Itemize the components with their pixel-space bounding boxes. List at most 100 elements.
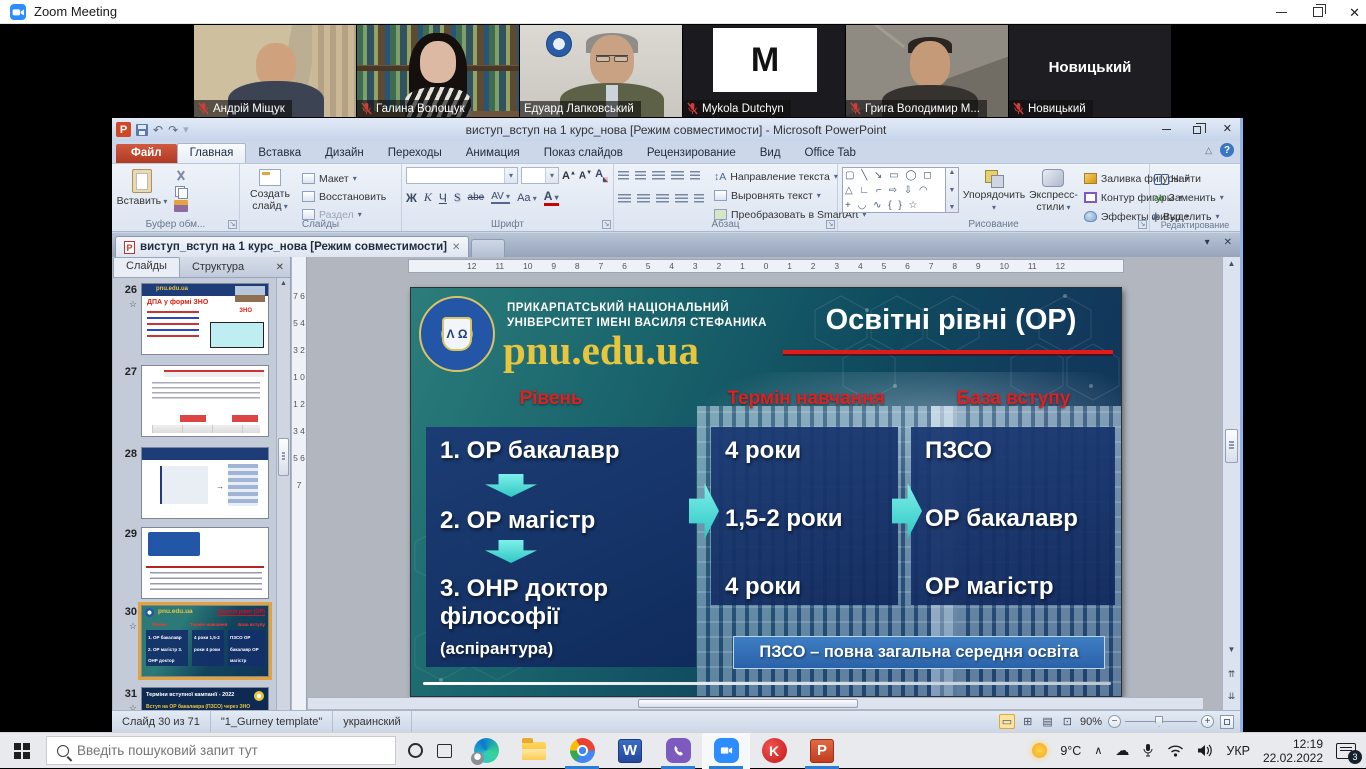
justify-icon[interactable]: [675, 194, 688, 204]
panel-tab-slides[interactable]: Слайды: [113, 257, 180, 277]
columns-icon[interactable]: [694, 194, 704, 204]
reading-view-button[interactable]: ▤: [1040, 715, 1054, 728]
slideshow-view-button[interactable]: ⊡: [1061, 715, 1074, 728]
fit-to-window-button[interactable]: [1220, 715, 1234, 729]
cut-icon[interactable]: [174, 170, 188, 182]
tab-view[interactable]: Вид: [748, 144, 793, 163]
horizontal-scrollbar-thumb[interactable]: [638, 699, 858, 708]
arrange-button[interactable]: Упорядочить: [965, 167, 1023, 213]
help-icon[interactable]: ?: [1220, 143, 1234, 157]
taskbar-app-zoom[interactable]: [702, 733, 750, 769]
tab-office-tab[interactable]: Office Tab: [793, 144, 868, 163]
shapes-gallery[interactable]: ▢ ╲ ↘ ▭ ◯ ◻ △ ∟ ⌐ ⇨ ⇩ ◠ + ◡ ∿ { } ☆: [842, 167, 946, 213]
tab-home[interactable]: Главная: [177, 143, 247, 163]
normal-view-button[interactable]: ▭: [999, 714, 1015, 729]
ppt-restore-icon[interactable]: [1193, 126, 1201, 134]
task-view-icon[interactable]: [437, 744, 452, 758]
tab-insert[interactable]: Вставка: [246, 144, 313, 163]
scrollbar-thumb[interactable]: [1225, 429, 1238, 463]
wifi-icon[interactable]: [1167, 744, 1184, 757]
speaker-icon[interactable]: [1197, 744, 1213, 757]
font-dialog-launcher[interactable]: ↘: [602, 220, 611, 229]
align-right-icon[interactable]: [656, 194, 669, 204]
layout-button[interactable]: Макет: [302, 170, 386, 187]
vertical-scrollbar[interactable]: ▲ ▼ ⇈ ⇊: [1222, 257, 1240, 710]
microphone-icon[interactable]: [1142, 743, 1154, 758]
participant-tile[interactable]: Галина Волощук: [357, 25, 519, 117]
scroll-down-icon[interactable]: ▼: [1223, 645, 1240, 654]
next-slide-button[interactable]: ⇊: [1223, 691, 1240, 702]
save-icon[interactable]: [136, 124, 148, 136]
paragraph-dialog-launcher[interactable]: ↘: [826, 220, 835, 229]
reset-button[interactable]: Восстановить: [302, 188, 386, 205]
scroll-up-icon[interactable]: ▲: [1223, 259, 1240, 268]
document-tab[interactable]: виступ_вступ на 1 курс_нова [Режим совме…: [115, 236, 469, 257]
notification-center-icon[interactable]: 3: [1336, 743, 1356, 759]
tabbar-menu-icon[interactable]: ▾: [1205, 237, 1210, 248]
paste-button[interactable]: Вставить: [116, 167, 168, 212]
keyboard-language[interactable]: УКР: [1226, 744, 1250, 758]
participant-tile[interactable]: M Mykola Dutchyn: [683, 25, 845, 117]
taskbar-app-viber[interactable]: [654, 733, 702, 769]
bullets-icon[interactable]: [618, 171, 629, 181]
format-painter-icon[interactable]: [174, 200, 188, 212]
panel-scrollbar-thumb[interactable]: [278, 438, 289, 476]
hidden-icons-chevron[interactable]: ∧: [1094, 744, 1102, 757]
align-left-icon[interactable]: [618, 194, 631, 204]
participant-tile-active-speaker[interactable]: Едуард Лапковський: [520, 25, 682, 117]
font-size-combobox[interactable]: ▾: [521, 167, 559, 184]
panel-tab-outline[interactable]: Структура: [180, 259, 256, 275]
grow-font-button[interactable]: A▲: [562, 170, 576, 182]
zoom-slider-thumb[interactable]: [1155, 716, 1163, 727]
tab-slideshow[interactable]: Показ слайдов: [532, 144, 635, 163]
tab-transitions[interactable]: Переходы: [376, 144, 454, 163]
previous-slide-button[interactable]: ⇈: [1223, 669, 1240, 680]
replace-button[interactable]: abЗаменить: [1154, 189, 1236, 206]
slide-thumbnail-28[interactable]: →: [141, 447, 269, 519]
change-case-button[interactable]: Aa: [517, 192, 537, 204]
decrease-indent-icon[interactable]: [652, 171, 665, 181]
zoom-in-button[interactable]: +: [1201, 715, 1214, 728]
increase-indent-icon[interactable]: [671, 171, 684, 181]
panel-close-icon[interactable]: ✕: [276, 262, 284, 273]
taskbar-app-powerpoint[interactable]: P: [798, 733, 846, 769]
onedrive-cloud-icon[interactable]: ☁: [1115, 742, 1129, 759]
character-spacing-button[interactable]: AV: [491, 191, 510, 204]
underline-button[interactable]: Ч: [439, 191, 447, 205]
search-input[interactable]: [77, 743, 385, 758]
taskbar-app-word[interactable]: W: [606, 733, 654, 769]
tab-animation[interactable]: Анимация: [454, 144, 532, 163]
zoom-slider[interactable]: − +: [1108, 715, 1214, 728]
tab-file[interactable]: Файл: [116, 144, 177, 163]
taskbar-app-file-explorer[interactable]: [510, 733, 558, 769]
horizontal-scrollbar[interactable]: [308, 697, 1203, 709]
quick-styles-button[interactable]: Экспресс-стили: [1029, 167, 1078, 213]
tab-review[interactable]: Рецензирование: [635, 144, 748, 163]
language-indicator[interactable]: украинский: [333, 711, 411, 732]
powerpoint-titlebar[interactable]: виступ_вступ на 1 курс_нова [Режим совме…: [112, 118, 1240, 141]
line-spacing-icon[interactable]: [690, 171, 700, 181]
slide-thumbnail-29[interactable]: [141, 527, 269, 599]
minimize-icon[interactable]: [1276, 12, 1287, 13]
numbering-icon[interactable]: [635, 171, 646, 181]
font-name-combobox[interactable]: ▾: [406, 167, 518, 184]
copy-icon[interactable]: [174, 185, 188, 197]
current-slide[interactable]: Λ Ω ПРИКАРПАТСЬКИЙ НАЦІОНАЛЬНИЙУНІВЕРСИТ…: [410, 287, 1122, 697]
bold-button[interactable]: Ж: [406, 191, 417, 205]
document-tab-close-icon[interactable]: ✕: [452, 242, 460, 253]
tabbar-close-icon[interactable]: ✕: [1224, 237, 1232, 248]
strikethrough-button[interactable]: abe: [468, 192, 485, 203]
panel-scrollbar[interactable]: ▲: [276, 278, 290, 710]
slide-sorter-view-button[interactable]: ⊞: [1021, 715, 1034, 728]
ppt-close-icon[interactable]: ✕: [1223, 124, 1232, 135]
participant-tile[interactable]: Андрій Міщук: [194, 25, 356, 117]
font-color-button[interactable]: А: [544, 189, 559, 206]
new-slide-button[interactable]: Создать слайд: [244, 167, 296, 223]
clock[interactable]: 12:1922.02.2022: [1263, 737, 1323, 765]
taskbar-app-kmplayer[interactable]: K: [750, 733, 798, 769]
clear-formatting-button[interactable]: A◣: [595, 168, 608, 182]
taskbar-search[interactable]: [46, 736, 396, 765]
participant-tile[interactable]: Грига Володимир М...: [846, 25, 1008, 117]
taskbar-app-edge[interactable]: [462, 733, 510, 769]
slide-thumbnail-27[interactable]: [141, 365, 269, 437]
